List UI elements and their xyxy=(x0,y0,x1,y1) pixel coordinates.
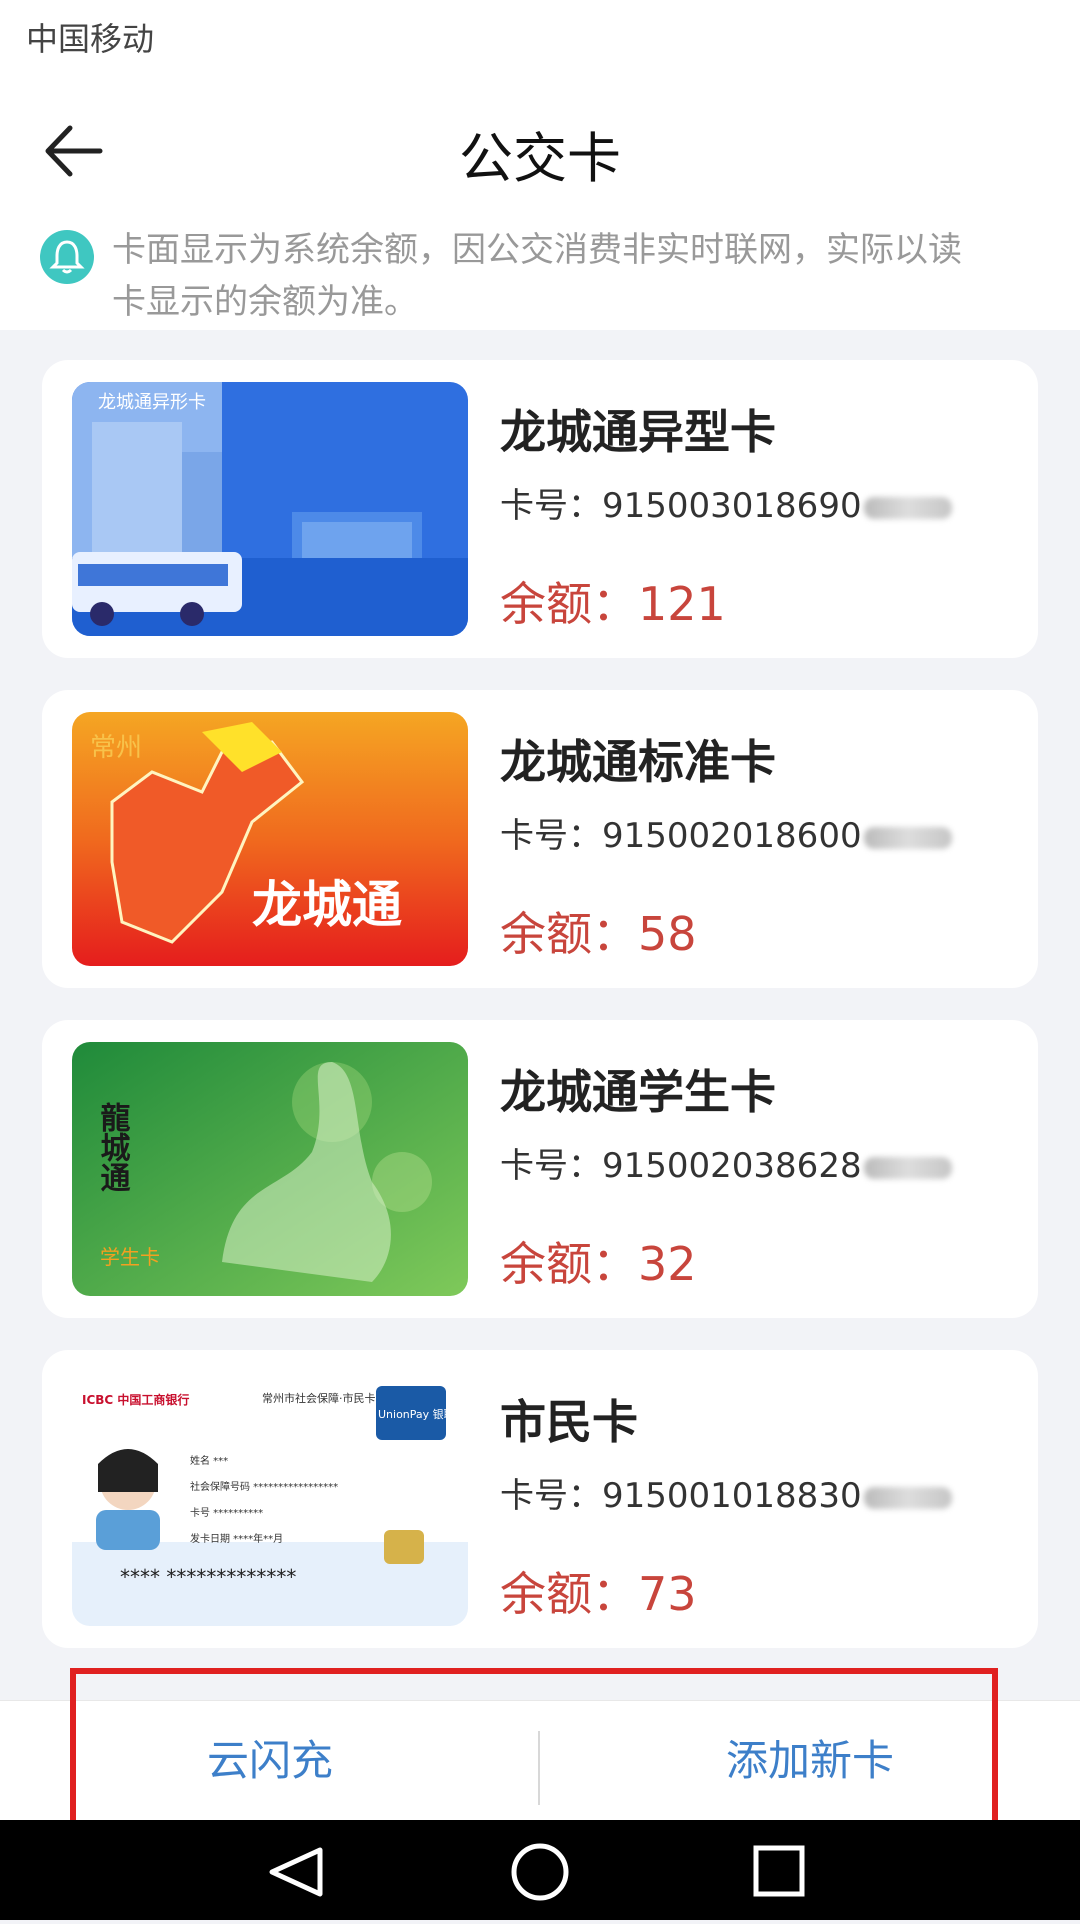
card-image-shaped: 龙城通异形卡 xyxy=(72,382,468,636)
notice-text: 卡面显示为系统余额，因公交消费非实时联网，实际以读卡显示的余额为准。 xyxy=(112,230,962,322)
svg-text:卡号 **********: 卡号 ********** xyxy=(190,1506,263,1519)
card-image-standard: 常州 龙城通 xyxy=(72,712,468,966)
card-name: 龙城通学生卡 xyxy=(500,1065,776,1119)
card-image-citizen: ICBC 中国工商银行 常州市社会保障·市民卡 UnionPay 银联 姓名 *… xyxy=(72,1372,468,1626)
nav-back-icon[interactable] xyxy=(269,1847,323,1897)
carrier-label: 中国移动 xyxy=(26,20,155,58)
card-image-student: 龍城通 学生卡 xyxy=(72,1042,468,1296)
header: 公交卡 xyxy=(0,80,1080,220)
page-title: 公交卡 xyxy=(459,127,621,190)
card-item-standard[interactable]: 常州 龙城通 龙城通标准卡 卡号：915002018600 余额：58 xyxy=(42,690,1038,988)
card-item-citizen[interactable]: ICBC 中国工商银行 常州市社会保障·市民卡 UnionPay 银联 姓名 *… xyxy=(42,1350,1038,1648)
notice-banner: 卡面显示为系统余额，因公交消费非实时联网，实际以读卡显示的余额为准。 xyxy=(0,220,1080,330)
card-number: 卡号：915003018690 xyxy=(500,478,952,527)
card-image-unionpay: UnionPay 银联 xyxy=(378,1407,455,1421)
card-image-stars: **** ************* xyxy=(120,1565,296,1589)
card-name: 市民卡 xyxy=(500,1395,638,1449)
card-balance: 余额：58 xyxy=(500,907,697,961)
card-image-small: 常州 xyxy=(90,733,142,763)
card-number: 卡号：915002018600 xyxy=(500,808,952,857)
card-image-label: 龍城通 xyxy=(95,1101,131,1193)
highlight-box xyxy=(70,1668,998,1828)
card-balance: 余额：32 xyxy=(500,1237,697,1291)
status-bar: 中国移动 xyxy=(0,0,1080,80)
card-image-label: 龙城通 xyxy=(252,876,402,934)
card-item-student[interactable]: 龍城通 学生卡 龙城通学生卡 卡号：915002038628 余额：32 xyxy=(42,1020,1038,1318)
card-name: 龙城通标准卡 xyxy=(500,735,776,789)
card-name: 龙城通异型卡 xyxy=(500,405,776,459)
svg-text:社会保障号码 *****************: 社会保障号码 ***************** xyxy=(190,1480,338,1493)
bell-icon xyxy=(40,230,94,284)
card-image-label: 龙城通异形卡 xyxy=(98,392,206,413)
svg-text:发卡日期 ****年**月: 发卡日期 ****年**月 xyxy=(190,1532,283,1545)
card-image-small: 学生卡 xyxy=(100,1245,160,1269)
card-image-bank: ICBC 中国工商银行 xyxy=(82,1392,189,1407)
card-number: 卡号：915002038628 xyxy=(500,1138,952,1187)
card-item-shaped[interactable]: 龙城通异形卡 龙城通异型卡 卡号：915003018690 余额：121 xyxy=(42,360,1038,658)
card-number: 卡号：915001018830 xyxy=(500,1468,952,1517)
svg-text:姓名 ***: 姓名 *** xyxy=(190,1454,228,1467)
card-balance: 余额：121 xyxy=(500,577,726,631)
nav-home-icon[interactable] xyxy=(511,1843,569,1901)
nav-recents-icon[interactable] xyxy=(753,1845,805,1897)
card-balance: 余额：73 xyxy=(500,1567,697,1621)
system-nav-bar xyxy=(0,1820,1080,1920)
card-image-org: 常州市社会保障·市民卡 xyxy=(262,1391,376,1405)
